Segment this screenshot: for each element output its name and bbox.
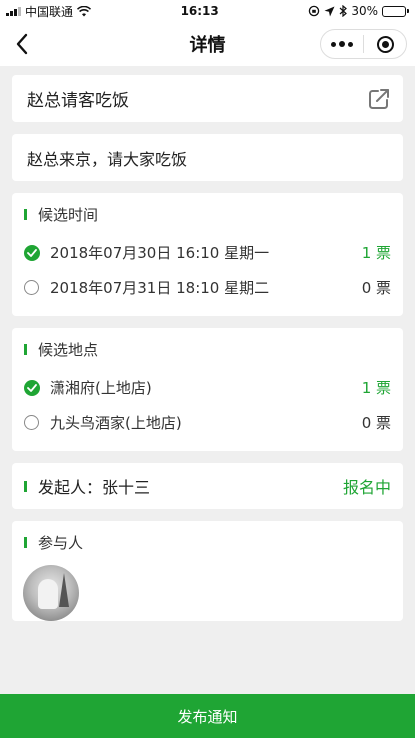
back-button[interactable] bbox=[8, 30, 36, 58]
participants-title: 参与人 bbox=[38, 533, 84, 552]
page-title: 详情 bbox=[189, 35, 226, 56]
event-title: 赵总请客吃饭 bbox=[27, 91, 129, 111]
publish-notification-button[interactable]: 发布通知 bbox=[0, 694, 415, 738]
initiator-card: 发起人：张十三 报名中 bbox=[12, 463, 403, 509]
event-title-card: 赵总请客吃饭 bbox=[12, 75, 403, 122]
signal-icon bbox=[6, 6, 21, 16]
status-time: 16:13 bbox=[180, 4, 219, 18]
time-option-label: 2018年07月30日 16:10 星期一 bbox=[50, 244, 270, 262]
initiator-label: 发起人：张十三 bbox=[38, 478, 151, 497]
nav-bar: 详情 bbox=[0, 22, 415, 66]
time-option-row[interactable]: 2018年07月30日 16:10 星期一 1 票 bbox=[12, 235, 403, 270]
target-circle-icon bbox=[376, 35, 394, 53]
more-dots-icon bbox=[331, 41, 353, 47]
carrier-label: 中国联通 bbox=[25, 4, 74, 19]
place-options-card: 候选地点 潇湘府(上地店) 1 票 九头鸟酒家(上地店) 0 票 bbox=[12, 328, 403, 451]
detail-content: 赵总请客吃饭 赵总来京，请大家吃饭 候选时间 2018年07月30日 16:10… bbox=[0, 66, 415, 621]
bluetooth-icon bbox=[339, 5, 348, 17]
battery-icon bbox=[381, 5, 409, 17]
vote-count: 1 票 bbox=[361, 244, 391, 262]
share-icon[interactable] bbox=[367, 87, 391, 111]
time-section-title: 候选时间 bbox=[38, 205, 99, 224]
status-right: 30% bbox=[308, 4, 409, 18]
back-arrow-icon bbox=[16, 33, 28, 55]
participants-card: 参与人 bbox=[12, 521, 403, 621]
time-section-header: 候选时间 bbox=[12, 193, 403, 235]
radio-empty-icon bbox=[24, 415, 39, 430]
place-option-label: 九头鸟酒家(上地店) bbox=[50, 414, 182, 432]
mini-program-capsule bbox=[320, 29, 407, 59]
participants-section-header: 参与人 bbox=[12, 521, 403, 563]
radio-empty-icon bbox=[24, 280, 39, 295]
place-option-row[interactable]: 九头鸟酒家(上地店) 0 票 bbox=[12, 405, 403, 440]
event-description-card: 赵总来京，请大家吃饭 bbox=[12, 134, 403, 181]
publish-button-label: 发布通知 bbox=[177, 707, 238, 726]
time-option-label: 2018年07月31日 18:10 星期二 bbox=[50, 279, 270, 297]
vote-count: 1 票 bbox=[361, 379, 391, 397]
vote-count: 0 票 bbox=[361, 414, 391, 432]
participant-avatar[interactable] bbox=[23, 565, 79, 621]
orientation-lock-icon bbox=[309, 5, 320, 17]
status-bar: 中国联通 16:13 30% bbox=[0, 0, 415, 22]
location-arrow-icon bbox=[324, 6, 335, 16]
check-circle-icon bbox=[24, 244, 40, 261]
event-description: 赵总来京，请大家吃饭 bbox=[27, 149, 188, 169]
place-option-label: 潇湘府(上地店) bbox=[50, 379, 152, 397]
place-option-row[interactable]: 潇湘府(上地店) 1 票 bbox=[12, 370, 403, 405]
wifi-icon bbox=[77, 5, 92, 16]
check-circle-icon bbox=[24, 379, 40, 396]
place-section-title: 候选地点 bbox=[38, 340, 99, 359]
place-section-header: 候选地点 bbox=[12, 328, 403, 370]
status-left: 中国联通 bbox=[6, 3, 92, 20]
avatar-figure bbox=[38, 579, 58, 609]
vote-count: 0 票 bbox=[361, 279, 391, 297]
section-accent-bar bbox=[24, 480, 27, 492]
section-accent-bar bbox=[24, 343, 27, 355]
battery-percent: 30% bbox=[351, 4, 378, 18]
time-options-card: 候选时间 2018年07月30日 16:10 星期一 1 票 2018年07月3… bbox=[12, 193, 403, 316]
section-accent-bar bbox=[24, 208, 27, 220]
section-accent-bar bbox=[24, 536, 27, 548]
more-button[interactable] bbox=[321, 30, 363, 58]
registration-status: 报名中 bbox=[342, 478, 391, 497]
event-title-row: 赵总请客吃饭 bbox=[12, 75, 403, 122]
initiator-row: 发起人：张十三 报名中 bbox=[12, 463, 403, 509]
avatar-tower bbox=[59, 573, 69, 607]
close-mini-program-button[interactable] bbox=[364, 30, 406, 58]
time-option-row[interactable]: 2018年07月31日 18:10 星期二 0 票 bbox=[12, 270, 403, 305]
